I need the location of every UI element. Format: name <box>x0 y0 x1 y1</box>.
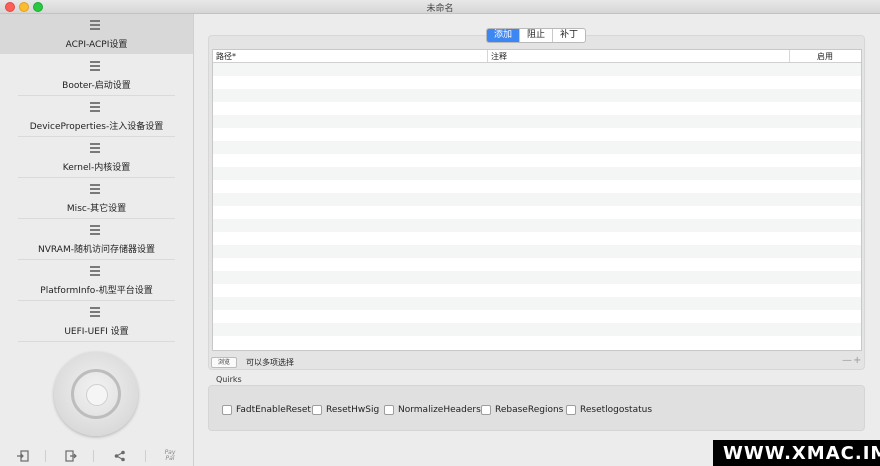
import-icon[interactable] <box>17 450 29 462</box>
checkbox-label: FadtEnableReset <box>236 405 311 415</box>
divider <box>93 450 94 462</box>
title-bar: 未命名 <box>0 0 880 14</box>
acpi-add-table[interactable]: 路径* 注释 启用 <box>212 49 862 351</box>
checkbox[interactable] <box>222 405 232 415</box>
list-icon <box>90 143 100 153</box>
table-header: 路径* 注释 启用 <box>213 50 861 63</box>
table-row <box>213 167 861 180</box>
tab-patch[interactable]: 补丁 <box>552 29 585 42</box>
table-row <box>213 193 861 206</box>
list-icon <box>90 184 100 194</box>
table-row <box>213 323 861 336</box>
checkbox-label: ResetHwSig <box>326 405 380 415</box>
sidebar-item-uefi[interactable]: UEFI-UEFI 设置 <box>0 301 193 341</box>
table-row <box>213 102 861 115</box>
column-divider <box>789 50 790 62</box>
quirk-fadtenablereset[interactable]: FadtEnableReset <box>222 405 311 415</box>
table-row <box>213 336 861 349</box>
table-row <box>213 63 861 76</box>
export-icon[interactable] <box>65 450 77 462</box>
table-row <box>213 297 861 310</box>
list-icon <box>90 225 100 235</box>
sidebar-item-label: Booter-启动设置 <box>62 81 131 91</box>
checkbox[interactable] <box>481 405 491 415</box>
share-icon[interactable] <box>114 450 126 462</box>
sidebar-toolbar: Pay Pal <box>0 446 193 466</box>
sidebar-item-nvram[interactable]: NVRAM-随机访问存储器设置 <box>0 219 193 259</box>
divider <box>145 450 146 462</box>
list-icon <box>90 20 100 30</box>
column-divider <box>487 50 488 62</box>
divider <box>18 341 175 342</box>
quirk-resetlogostatus[interactable]: Resetlogostatus <box>566 405 652 415</box>
checkbox-label: RebaseRegions <box>495 405 564 415</box>
quirk-resethwsig[interactable]: ResetHwSig <box>312 405 379 415</box>
checkbox[interactable] <box>312 405 322 415</box>
table-row <box>213 284 861 297</box>
divider <box>45 450 46 462</box>
paypal-icon[interactable]: Pay Pal <box>160 450 180 462</box>
watermark-text: WWW.XMAC.IM <box>723 443 880 464</box>
watermark: WWW.XMAC.IM <box>713 440 880 466</box>
table-row <box>213 76 861 89</box>
table-row <box>213 128 861 141</box>
sidebar-item-label: UEFI-UEFI 设置 <box>64 327 129 337</box>
tab-add[interactable]: 添加 <box>487 29 520 42</box>
sidebar-item-platforminfo[interactable]: PlatformInfo-机型平台设置 <box>0 260 193 300</box>
sidebar-item-label: DeviceProperties-注入设备设置 <box>29 122 164 132</box>
list-icon <box>90 102 100 112</box>
table-row <box>213 154 861 167</box>
table-row <box>213 271 861 284</box>
sidebar-item-label: Misc-其它设置 <box>66 204 127 214</box>
column-header-enabled[interactable]: 启用 <box>817 51 833 62</box>
sidebar-item-label: PlatformInfo-机型平台设置 <box>40 286 153 296</box>
checkbox[interactable] <box>566 405 576 415</box>
sidebar-item-booter[interactable]: Booter-启动设置 <box>0 55 193 95</box>
main-panel: 添加 阻止 补丁 路径* 注释 启用 浏览 可以多项选择 —+ Quirks F… <box>194 14 880 466</box>
sidebar-item-acpi[interactable]: ACPI-ACPI设置 <box>0 14 193 54</box>
opencore-disc-logo <box>54 352 138 436</box>
sidebar-item-kernel[interactable]: Kernel-内核设置 <box>0 137 193 177</box>
add-remove-buttons[interactable]: —+ <box>842 355 862 366</box>
sidebar-item-label: ACPI-ACPI设置 <box>65 40 128 50</box>
sidebar-item-misc[interactable]: Misc-其它设置 <box>0 178 193 218</box>
checkbox-label: NormalizeHeaders <box>398 405 481 415</box>
disc-center <box>86 384 108 406</box>
table-row <box>213 258 861 271</box>
sidebar-item-label: Kernel-内核设置 <box>62 163 131 173</box>
list-icon <box>90 61 100 71</box>
sidebar-item-label: NVRAM-随机访问存储器设置 <box>38 245 155 255</box>
table-row <box>213 180 861 193</box>
table-row <box>213 89 861 102</box>
table-row <box>213 206 861 219</box>
sidebar: ACPI-ACPI设置 Booter-启动设置 DeviceProperties… <box>0 14 194 466</box>
browse-button[interactable]: 浏览 <box>211 357 237 368</box>
segmented-control: 添加 阻止 补丁 <box>486 28 587 43</box>
quirks-label: Quirks <box>216 375 242 384</box>
checkbox-label: Resetlogostatus <box>580 405 653 415</box>
column-header-comment[interactable]: 注释 <box>491 51 507 62</box>
list-icon <box>90 307 100 317</box>
checkbox[interactable] <box>384 405 394 415</box>
table-row <box>213 310 861 323</box>
list-icon <box>90 266 100 276</box>
table-row <box>213 232 861 245</box>
window-title: 未命名 <box>426 4 454 14</box>
quirk-rebaseregions[interactable]: RebaseRegions <box>481 405 563 415</box>
table-row <box>213 141 861 154</box>
table-row <box>213 219 861 232</box>
column-header-path[interactable]: 路径* <box>216 51 236 62</box>
table-row <box>213 245 861 258</box>
multi-select-hint: 可以多项选择 <box>246 358 294 367</box>
table-row <box>213 115 861 128</box>
sidebar-item-deviceproperties[interactable]: DeviceProperties-注入设备设置 <box>0 96 193 136</box>
tab-block[interactable]: 阻止 <box>519 29 552 42</box>
quirk-normalizeheaders[interactable]: NormalizeHeaders <box>384 405 481 415</box>
